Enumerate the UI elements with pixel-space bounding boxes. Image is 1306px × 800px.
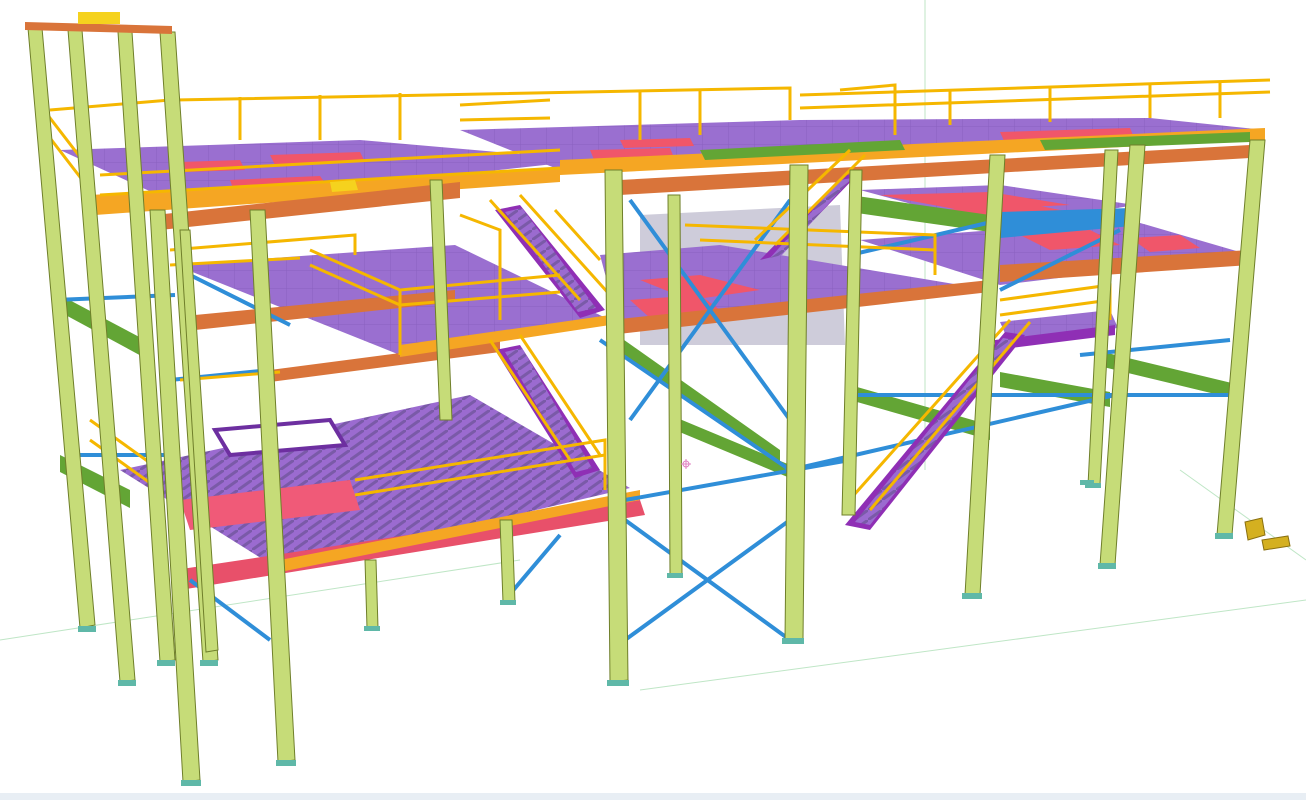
status-strip [0,793,1306,800]
column [364,559,379,629]
column [499,519,516,603]
model-viewport[interactable] [0,0,1306,800]
package-icon [1244,517,1291,551]
column [1216,139,1266,536]
base-plate-glyph [500,600,516,605]
model-origin-marker [681,459,691,469]
base-plate-glyph [181,780,201,786]
base-plate-glyph [1215,533,1233,539]
base-plate-glyph [78,626,96,632]
base-plate-glyph [962,593,982,599]
column [667,194,683,576]
base-plate-glyph [1080,480,1094,485]
base-plate-glyph [118,680,136,686]
base-plate-glyph [667,573,683,578]
base-plate-glyph [200,660,218,666]
structure-model-svg[interactable] [0,0,1306,800]
base-plate-glyph [607,680,629,686]
column [841,169,863,516]
base-plate-glyph [157,660,175,666]
base-plate-glyph [364,626,380,631]
base-plate-glyph [782,638,804,644]
base-plate-glyph [1098,563,1116,569]
base-plate-glyph [276,760,296,766]
column [604,169,629,683]
